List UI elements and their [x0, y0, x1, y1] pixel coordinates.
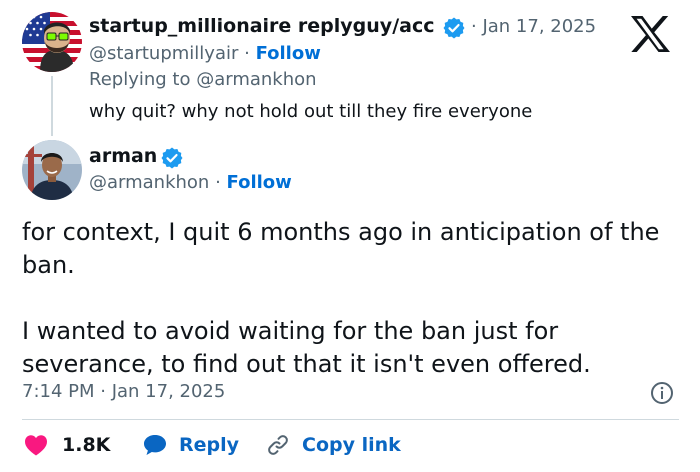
- parent-date[interactable]: · Jan 17, 2025: [471, 16, 596, 37]
- reply-label: Reply: [179, 434, 240, 456]
- x-logo-icon[interactable]: [627, 14, 673, 54]
- main-display-name[interactable]: arman: [89, 145, 157, 167]
- parent-handle[interactable]: @startupmillyair: [89, 43, 238, 64]
- thread-connector-line: [51, 76, 53, 136]
- main-follow-button[interactable]: Follow: [227, 172, 292, 193]
- speech-bubble-icon: [144, 435, 166, 455]
- copy-link-label: Copy link: [302, 434, 401, 456]
- like-count: 1.8K: [62, 434, 111, 456]
- tweet-timestamp[interactable]: 7:14 PM · Jan 17, 2025: [22, 381, 225, 402]
- main-avatar[interactable]: [22, 140, 82, 200]
- replying-to-label: Replying to @armankhon: [89, 69, 317, 90]
- separator-dot: ·: [209, 172, 227, 193]
- verified-badge-icon: [443, 17, 465, 39]
- parent-tweet-text: why quit? why not hold out till they fir…: [89, 101, 533, 122]
- link-icon: [268, 435, 288, 455]
- main-handle-row: @armankhon · Follow: [89, 172, 292, 193]
- verified-badge-icon: [161, 147, 183, 169]
- parent-handle-row: @startupmillyair · Follow: [89, 43, 321, 64]
- tweet-paragraph: I wanted to avoid waiting for the ban ju…: [22, 317, 591, 378]
- tweet-body: for context, I quit 6 months ago in anti…: [22, 216, 682, 381]
- parent-display-name[interactable]: startup_millionaire replyguy/acc: [89, 15, 434, 37]
- divider: [22, 419, 679, 420]
- copy-link-button[interactable]: Copy link: [266, 430, 401, 460]
- info-icon[interactable]: [650, 381, 674, 405]
- flag-avatar-image: [22, 12, 82, 72]
- main-handle[interactable]: @armankhon: [89, 172, 209, 193]
- like-button[interactable]: 1.8K: [24, 430, 110, 460]
- parent-avatar[interactable]: [22, 12, 82, 72]
- reply-button[interactable]: Reply: [143, 430, 239, 460]
- heart-icon: [25, 435, 47, 456]
- tweet-paragraph: for context, I quit 6 months ago in anti…: [22, 218, 660, 279]
- parent-follow-button[interactable]: Follow: [256, 43, 321, 64]
- separator-dot: ·: [238, 43, 256, 64]
- profile-photo-image: [22, 140, 82, 200]
